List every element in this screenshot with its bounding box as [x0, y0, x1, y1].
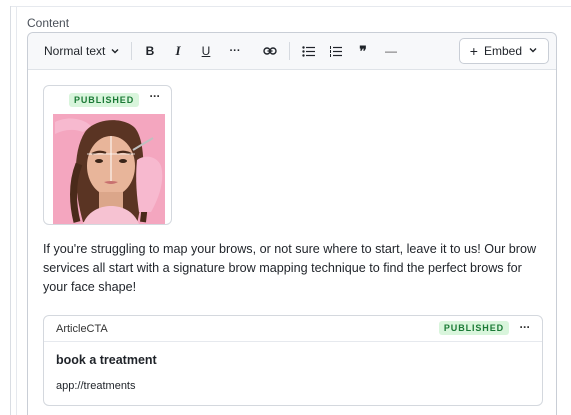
content-field-label: Content	[27, 16, 70, 30]
toolbar-separator	[289, 42, 290, 60]
link-button[interactable]	[260, 33, 280, 69]
more-formatting-button[interactable]: ···	[225, 33, 245, 69]
embed-button[interactable]: + Embed	[458, 38, 549, 64]
text-style-label: Normal text	[44, 44, 106, 58]
chevron-down-icon	[110, 46, 120, 56]
cta-block-type: ArticleCTA	[56, 323, 108, 335]
embed-button-label: Embed	[483, 44, 522, 58]
bullet-list-button[interactable]	[298, 33, 318, 69]
text-style-dropdown[interactable]: Normal text	[44, 33, 120, 69]
cta-url: app://treatments	[56, 380, 136, 392]
link-icon	[263, 46, 277, 56]
panel-inner-border	[16, 6, 17, 415]
blockquote-button[interactable]: ❞	[353, 33, 373, 69]
bold-button[interactable]: B	[141, 33, 159, 69]
underline-button[interactable]: U	[197, 33, 215, 69]
numbered-list-icon	[329, 45, 342, 57]
image-block-menu-button[interactable]: ···	[150, 89, 161, 103]
article-paragraph[interactable]: If you're struggling to map your brows, …	[43, 240, 548, 297]
toolbar-separator	[131, 42, 132, 60]
italic-button[interactable]: I	[169, 33, 187, 69]
bullet-list-icon	[301, 45, 315, 57]
image-embed-block[interactable]: PUBLISHED ···	[43, 85, 172, 225]
rich-text-editor[interactable]: Normal text B I U ··· ❞ — + Embed PUBLIS…	[27, 32, 557, 415]
panel-left-border	[10, 6, 11, 415]
published-status-badge: PUBLISHED	[69, 93, 140, 107]
cta-block-menu-button[interactable]: ···	[520, 320, 531, 334]
published-status-badge: PUBLISHED	[438, 321, 509, 335]
panel-top-border	[10, 6, 571, 7]
cta-block-header: ArticleCTA PUBLISHED ···	[44, 316, 542, 342]
numbered-list-button[interactable]	[325, 33, 345, 69]
article-cta-block[interactable]: ArticleCTA PUBLISHED ··· book a treatmen…	[43, 315, 543, 406]
plus-icon: +	[469, 43, 478, 59]
cta-title: book a treatment	[56, 353, 157, 367]
brow-treatment-photo[interactable]	[53, 114, 165, 224]
chevron-down-icon	[528, 44, 538, 58]
horizontal-rule-button[interactable]: —	[381, 33, 401, 69]
editor-toolbar: Normal text B I U ··· ❞ — + Embed	[28, 33, 556, 70]
